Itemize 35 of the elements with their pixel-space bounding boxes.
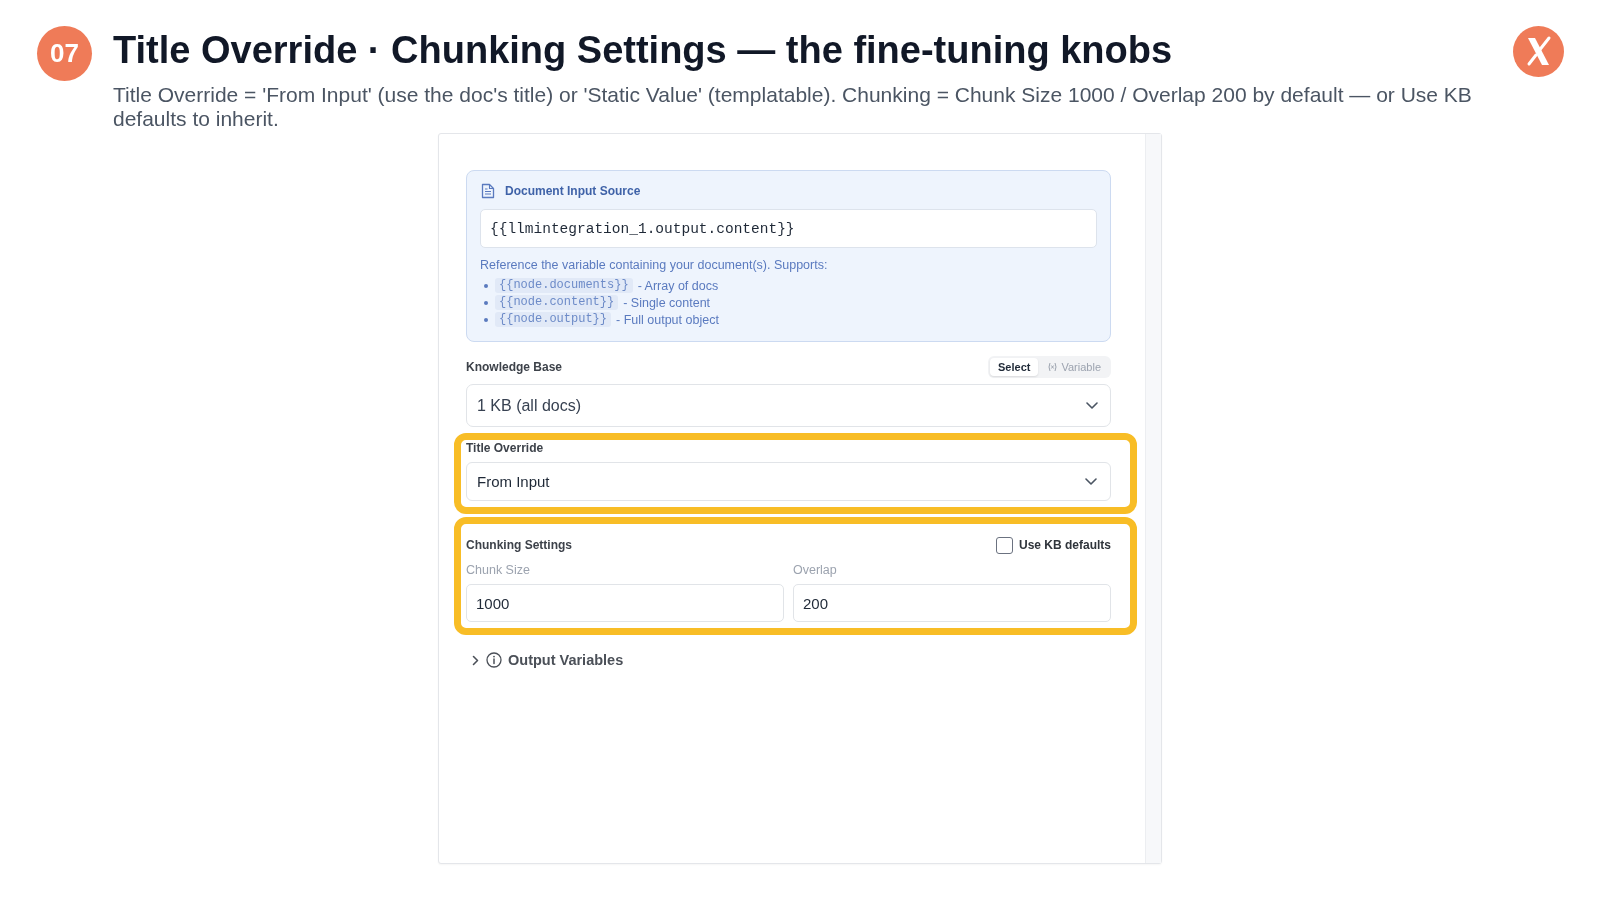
help-text: Reference the variable containing your document(s). Supports: <box>480 257 829 273</box>
section-label: Chunking Settings <box>466 537 572 553</box>
document-icon <box>481 183 495 199</box>
field-label: Knowledge Base <box>466 359 563 375</box>
description-text: - Full output object <box>616 311 719 328</box>
segment-tab[interactable]: Select <box>990 358 1039 376</box>
bullet-icon <box>484 283 488 288</box>
field-label: Chunk Size <box>466 563 531 577</box>
slide-subtitle: Title Override = 'From Input' (use the doc's title) or 'Static Value' (templatable). Chunking = Chunk Size 1000 / Overlap 200 by default — or Use KB defaults to inherit. <box>113 83 1473 131</box>
logo-icon <box>1513 26 1564 77</box>
input-field[interactable]: 200 <box>793 584 1111 622</box>
code-snippet: {{node.content}} <box>495 295 619 310</box>
section-toggle[interactable]: Output Variables <box>466 650 624 670</box>
description-text: - Single content <box>623 294 711 311</box>
bullet-icon <box>484 317 488 322</box>
variable-icon <box>1048 362 1058 372</box>
bullet-icon <box>484 300 488 305</box>
code-snippet: {{node.output}} <box>495 312 612 327</box>
panel-title: Document Input Source <box>505 183 641 199</box>
input-field[interactable]: 1000 <box>466 584 784 622</box>
number-badge: 07 <box>37 26 92 81</box>
field-label: Title Override <box>466 440 545 456</box>
chevron-down-icon <box>1085 478 1097 485</box>
input-field[interactable]: {{llmintegration_1.output.content}} <box>480 209 1097 248</box>
description-text: - Array of docs <box>637 277 719 294</box>
checkbox-label: Use KB defaults <box>1018 537 1111 553</box>
scrollbar-track[interactable] <box>1145 134 1161 863</box>
info-icon <box>486 652 502 668</box>
checkbox[interactable] <box>995 536 1013 554</box>
code-snippet: {{node.documents}} <box>495 278 633 293</box>
chevron-down-icon <box>1086 402 1098 409</box>
field-label: Overlap <box>793 563 838 577</box>
dropdown[interactable]: 1 KB (all docs) <box>466 384 1111 427</box>
dropdown[interactable]: From Input <box>466 462 1111 501</box>
slide-title: Title Override · Chunking Settings — the fine-tuning knobs <box>113 28 1174 72</box>
